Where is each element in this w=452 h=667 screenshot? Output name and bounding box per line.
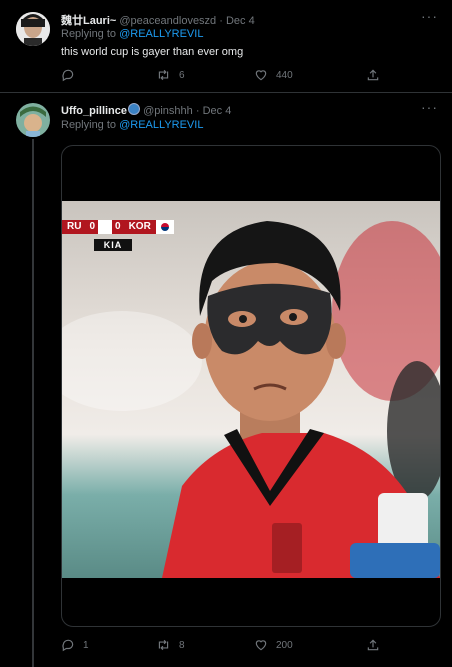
like-count: 440 [276,69,293,81]
retweet-icon [158,69,169,81]
like-button[interactable]: 200 [254,638,293,652]
share-icon [367,639,379,651]
handle[interactable]: @peaceandloveszd [119,15,216,27]
retweet-button[interactable]: 8 [156,638,185,652]
globe-emoji-icon [128,103,141,115]
sponsor-logo: KIA [94,239,132,251]
avatar[interactable] [16,12,50,46]
retweet-button[interactable]: 6 [156,68,185,82]
separator-dot: · [219,15,223,27]
retweet-count: 8 [179,639,185,651]
team-2: KOR [123,220,156,234]
tweet-actions: 6 440 [61,68,391,84]
handle[interactable]: @pinshhh [143,105,193,117]
share-icon [367,69,379,81]
more-icon[interactable]: ··· [421,99,438,115]
media-video[interactable]: RU 0 0 KOR KIA [61,145,441,627]
share-button[interactable] [366,68,380,82]
tweet[interactable]: 魏廿Lauri~ @peaceandloveszd · Dec 4 ··· Re… [0,0,452,93]
reply-icon [62,639,74,652]
tweet-date[interactable]: Dec 4 [203,105,232,117]
reply-icon [62,69,74,82]
replying-prefix: Replying to [61,119,117,131]
scoreboard: RU 0 0 KOR [62,220,202,234]
tweet-actions: 1 8 200 [61,638,391,654]
tweet-text: this world cup is gayer than ever omg [61,46,244,58]
team-1: RU [62,220,87,234]
video-frame: RU 0 0 KOR KIA [62,201,440,578]
like-icon [255,640,267,651]
avatar[interactable] [16,103,50,137]
display-name[interactable]: Uffo_pillince [61,105,127,117]
display-name[interactable]: 魏廿Lauri~ [61,15,116,27]
like-count: 200 [276,639,293,651]
retweet-icon [158,639,169,651]
share-button[interactable] [366,638,380,652]
replying-to-link[interactable]: @REALLYREVIL [119,119,203,131]
replying-prefix: Replying to [61,28,117,40]
thread-line [32,139,34,667]
avatar-image [16,12,50,46]
score-2: 0 [112,220,124,234]
like-icon [255,70,267,81]
tweet-header: 魏廿Lauri~ @peaceandloveszd · Dec 4 [61,12,255,28]
korea-flag-icon [155,220,174,234]
reply-count: 1 [83,639,89,651]
like-button[interactable]: 440 [254,68,293,82]
separator-dot: · [195,105,200,117]
replying-to: Replying to @REALLYREVIL [61,28,203,40]
tweet[interactable]: Uffo_pillince @pinshhh · Dec 4 ··· Reply… [0,93,452,667]
tweet-header: Uffo_pillince @pinshhh · Dec 4 [61,103,231,117]
more-icon[interactable]: ··· [421,8,438,24]
tweet-date[interactable]: Dec 4 [226,15,255,27]
scoreboard-emblem [98,220,113,234]
score-1: 0 [86,220,99,234]
replying-to: Replying to @REALLYREVIL [61,119,203,131]
player-photo [62,221,440,578]
replying-to-link[interactable]: @REALLYREVIL [119,28,203,40]
reply-button[interactable] [61,68,83,82]
retweet-count: 6 [179,69,185,81]
avatar-image [16,103,50,137]
reply-button[interactable]: 1 [61,638,89,652]
